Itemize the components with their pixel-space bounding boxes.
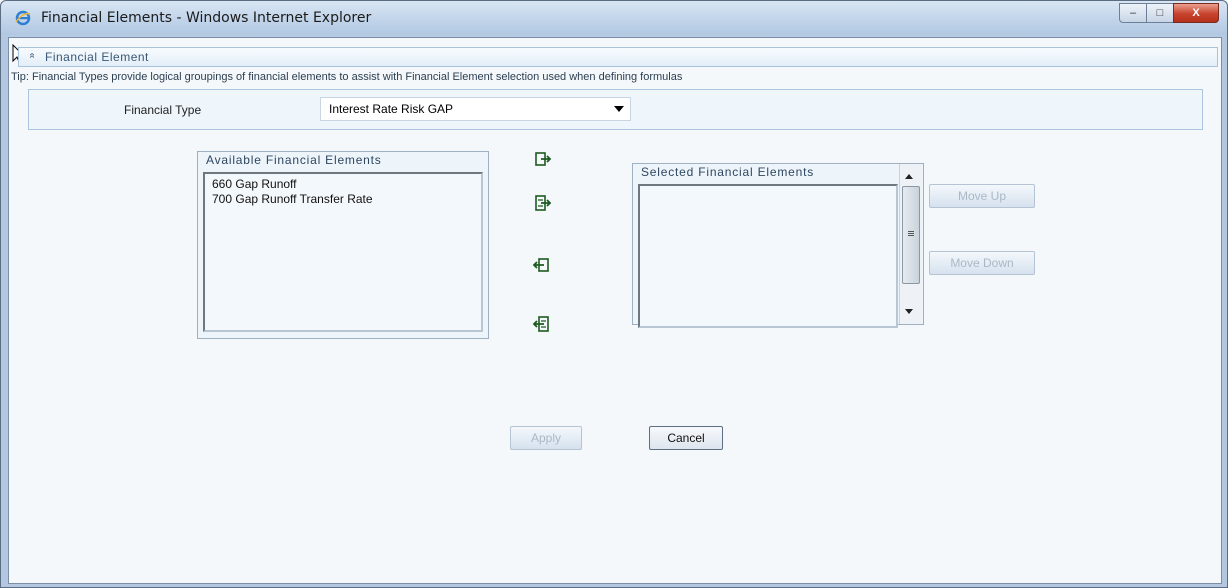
close-button[interactable]: X bbox=[1173, 3, 1219, 23]
list-item[interactable]: 700 Gap Runoff Transfer Rate bbox=[212, 192, 373, 206]
selected-elements-list[interactable] bbox=[638, 184, 898, 328]
ie-logo-icon bbox=[15, 10, 31, 26]
scroll-up-arrow-icon[interactable] bbox=[905, 174, 913, 179]
maximize-button[interactable]: □ bbox=[1146, 3, 1174, 23]
available-elements-list[interactable]: 660 Gap Runoff 700 Gap Runoff Transfer R… bbox=[203, 172, 483, 332]
scroll-grip-icon bbox=[908, 231, 914, 232]
move-all-right-icon[interactable] bbox=[534, 194, 552, 212]
window-controls: – □ X bbox=[1119, 3, 1219, 23]
window-title: Financial Elements - Windows Internet Ex… bbox=[41, 10, 372, 26]
financial-type-label: Financial Type bbox=[124, 103, 202, 117]
move-up-button[interactable]: Move Up bbox=[929, 184, 1035, 208]
available-elements-title: Available Financial Elements bbox=[206, 153, 382, 167]
selected-elements-title: Selected Financial Elements bbox=[641, 165, 815, 179]
available-elements-panel: Available Financial Elements 660 Gap Run… bbox=[197, 151, 489, 339]
cancel-button[interactable]: Cancel bbox=[649, 426, 723, 450]
move-selected-left-icon[interactable] bbox=[532, 256, 550, 274]
apply-button[interactable]: Apply bbox=[510, 426, 582, 450]
list-item[interactable]: 660 Gap Runoff bbox=[212, 177, 297, 191]
minimize-button[interactable]: – bbox=[1119, 3, 1147, 23]
scroll-down-arrow-icon[interactable] bbox=[905, 309, 913, 314]
collapse-toggle-icon[interactable]: » bbox=[26, 53, 37, 59]
move-down-button[interactable]: Move Down bbox=[929, 251, 1035, 275]
selected-elements-panel: Selected Financial Elements bbox=[632, 163, 924, 328]
scrollbar-thumb[interactable] bbox=[902, 186, 920, 284]
move-selected-right-icon[interactable] bbox=[534, 150, 552, 168]
financial-type-value: Interest Rate Risk GAP bbox=[329, 102, 454, 116]
tip-text: Tip: Financial Types provide logical gro… bbox=[11, 71, 683, 83]
move-all-left-icon[interactable] bbox=[532, 315, 550, 333]
section-title: Financial Element bbox=[45, 50, 149, 64]
financial-type-select[interactable]: Interest Rate Risk GAP bbox=[320, 97, 631, 121]
dropdown-arrow-icon[interactable] bbox=[614, 106, 624, 112]
selected-list-scrollbar[interactable] bbox=[899, 164, 922, 324]
title-bar: Financial Elements - Windows Internet Ex… bbox=[1, 1, 1227, 35]
financial-element-section-header[interactable]: » Financial Element bbox=[18, 47, 1218, 67]
